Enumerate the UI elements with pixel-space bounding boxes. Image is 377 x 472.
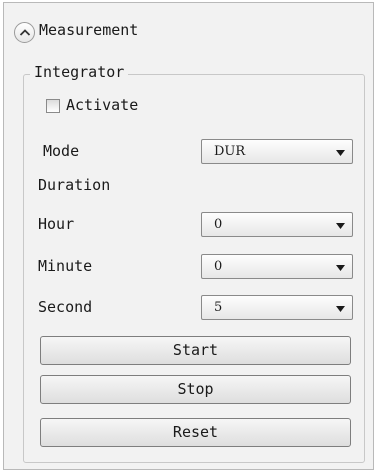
chevron-down-icon bbox=[336, 223, 345, 229]
mode-select[interactable]: DUR bbox=[201, 139, 353, 164]
second-value: 5 bbox=[214, 300, 223, 315]
reset-button[interactable]: Reset bbox=[40, 418, 351, 447]
collapse-button[interactable] bbox=[14, 22, 35, 43]
hour-value: 0 bbox=[214, 217, 223, 232]
stop-button[interactable]: Stop bbox=[40, 375, 351, 404]
duration-label: Duration bbox=[38, 176, 111, 194]
activate-checkbox[interactable] bbox=[46, 99, 60, 113]
panel-title: Measurement bbox=[39, 21, 139, 39]
chevron-down-icon bbox=[336, 265, 345, 271]
chevron-down-icon bbox=[336, 306, 345, 312]
hour-label: Hour bbox=[38, 215, 75, 233]
panel-header: Measurement bbox=[4, 3, 373, 45]
minute-label: Minute bbox=[38, 257, 93, 275]
second-label: Second bbox=[38, 298, 93, 316]
group-title: Integrator bbox=[30, 63, 129, 81]
chevron-up-icon bbox=[19, 29, 31, 36]
minute-select[interactable]: 0 bbox=[201, 254, 353, 279]
activate-label[interactable]: Activate bbox=[66, 96, 138, 114]
hour-select[interactable]: 0 bbox=[201, 212, 353, 237]
minute-value: 0 bbox=[214, 259, 223, 274]
second-select[interactable]: 5 bbox=[201, 295, 353, 320]
mode-label: Mode bbox=[43, 142, 80, 160]
chevron-down-icon bbox=[336, 150, 345, 156]
mode-value: DUR bbox=[214, 144, 246, 159]
start-button[interactable]: Start bbox=[40, 336, 351, 365]
